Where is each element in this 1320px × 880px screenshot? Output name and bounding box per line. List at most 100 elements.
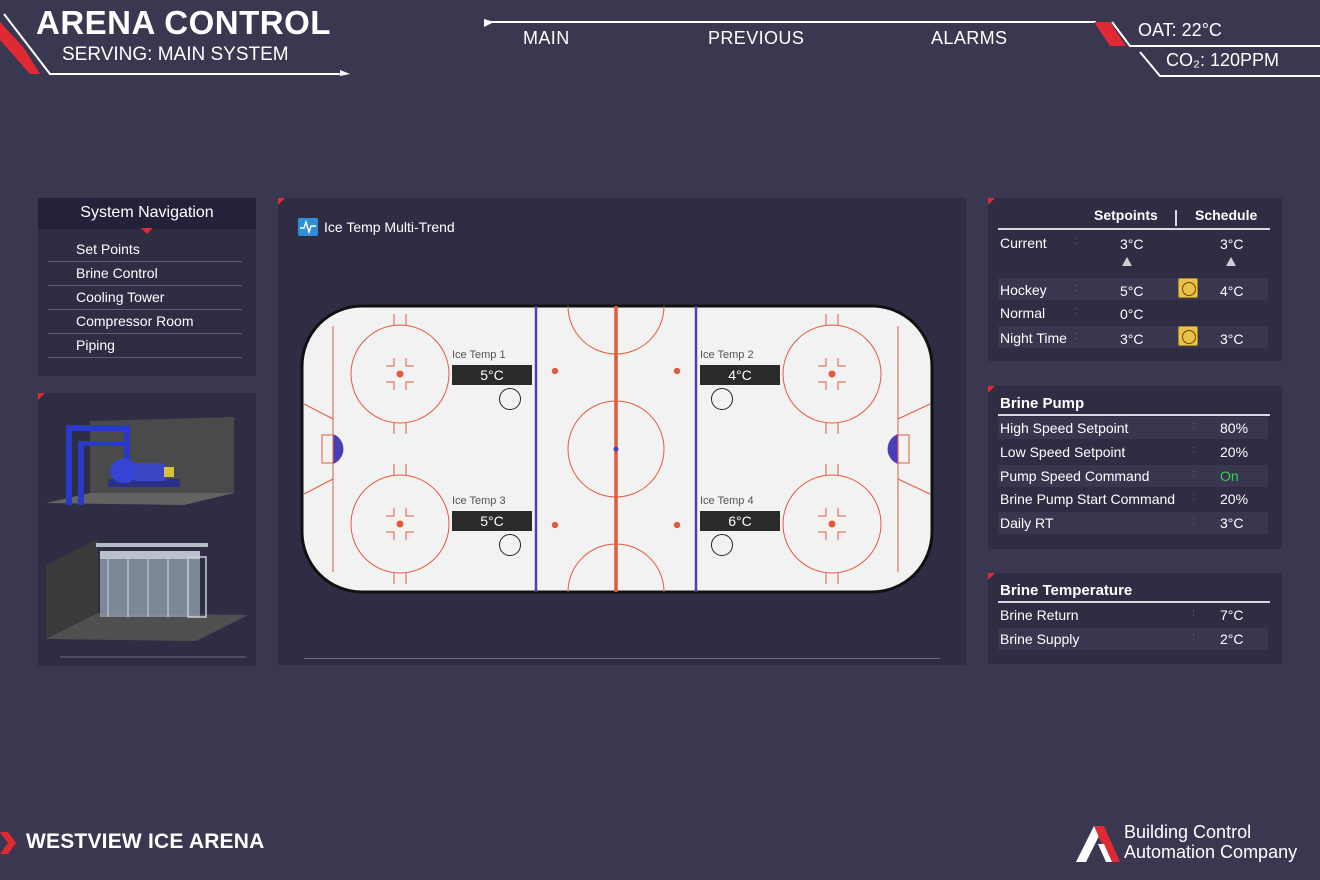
company-name-line-1: Building Control (1124, 822, 1252, 842)
setpoint-value: 3°C (1120, 236, 1144, 252)
setpoint-value: 5°C (1120, 283, 1144, 299)
setpoint-increase-arrow-icon[interactable] (1122, 257, 1132, 266)
schedule-value: 3°C (1220, 236, 1244, 252)
ice-temp-1-sensor-button[interactable] (499, 388, 521, 410)
neutral-dot (551, 521, 559, 529)
brine-temperature-panel: Brine Temperature Brine Return : 7°C Bri… (988, 573, 1282, 664)
row-value: 20% (1220, 444, 1249, 460)
brine-pump-row-speed-command[interactable]: Pump Speed Command : On (998, 465, 1268, 487)
system-navigation-panel: System Navigation Set Points Brine Contr… (38, 198, 256, 376)
separator: : (1192, 491, 1196, 503)
ice-temp-2-label: Ice Temp 2 (700, 349, 754, 361)
ice-temp-multi-trend-link[interactable]: Ice Temp Multi-Trend (298, 218, 455, 236)
brine-pump-title: Brine Pump (1000, 395, 1085, 412)
separator: : (1192, 468, 1196, 480)
panel-corner-accent (38, 393, 45, 400)
setpoint-row-normal[interactable]: Normal : 0°C (998, 301, 1268, 323)
panel-corner-accent (988, 386, 995, 393)
rink-panel: Ice Temp Multi-Trend Ice Temp 1 5°C Ice … (278, 198, 966, 665)
row-label: Pump Speed Command (1000, 468, 1150, 484)
separator: : (1192, 444, 1196, 456)
setpoint-row-current: Current : 3°C 3°C (998, 231, 1268, 253)
row-value: 80% (1220, 420, 1249, 436)
sysnav-item-brine-control[interactable]: Brine Control (48, 262, 242, 286)
brine-temperature-title-underline (998, 601, 1270, 603)
schedule-value: 3°C (1220, 331, 1244, 347)
cooling-tower-graphic[interactable] (46, 539, 248, 641)
brine-supply-row: Brine Supply : 2°C (998, 628, 1268, 650)
brine-pump-row-start-command[interactable]: Brine Pump Start Command : 20% (998, 488, 1268, 510)
setpoint-row-hockey[interactable]: Hockey : 5°C 4°C (998, 278, 1268, 300)
row-label: High Speed Setpoint (1000, 420, 1129, 436)
ice-temp-2-sensor-button[interactable] (711, 388, 733, 410)
trend-chart-icon (298, 218, 318, 236)
brine-pump-row-low-speed[interactable]: Low Speed Setpoint : 20% (998, 441, 1268, 463)
header-title-tip (340, 70, 350, 76)
schedule-clock-icon[interactable] (1178, 326, 1198, 346)
sysnav-item-set-points[interactable]: Set Points (48, 238, 242, 262)
ice-temp-3-value: 5°C (452, 511, 532, 531)
nav-alarms[interactable]: ALARMS (931, 28, 1007, 49)
separator: : (1074, 235, 1078, 247)
schedule-clock-icon[interactable] (1178, 278, 1198, 298)
ice-temp-3-sensor-button[interactable] (499, 534, 521, 556)
separator: : (1074, 282, 1078, 294)
row-value: 20% (1220, 491, 1249, 507)
setpoints-panel: Setpoints Schedule Current : 3°C 3°C Hoc… (988, 198, 1282, 361)
sysnav-item-piping[interactable]: Piping (48, 334, 242, 358)
brine-pump-panel: Brine Pump High Speed Setpoint : 80% Low… (988, 386, 1282, 549)
brine-temperature-title: Brine Temperature (1000, 582, 1133, 599)
setpoint-row-label: Current (1000, 235, 1047, 251)
brine-return-row: Brine Return : 7°C (998, 604, 1268, 626)
row-label: Brine Return (1000, 607, 1079, 623)
system-navigation-title: System Navigation (80, 204, 214, 221)
separator: : (1074, 330, 1078, 342)
ice-temp-3-label: Ice Temp 3 (452, 495, 506, 507)
ice-temp-4-sensor-button[interactable] (711, 534, 733, 556)
co2-reading: CO₂: 120PPM (1166, 50, 1280, 70)
neutral-dot (551, 367, 559, 375)
setpoint-row-night-time[interactable]: Night Time : 3°C 3°C (998, 326, 1268, 348)
brine-pump-graphic[interactable] (46, 417, 234, 505)
separator: : (1192, 515, 1196, 527)
row-label: Brine Pump Start Command (1000, 491, 1176, 507)
sysnav-item-cooling-tower[interactable]: Cooling Tower (48, 286, 242, 310)
brine-pump-row-daily-rt: Daily RT : 3°C (998, 512, 1268, 534)
panel-corner-accent (988, 573, 995, 580)
separator: : (1192, 631, 1196, 643)
app-title: ARENA CONTROL (36, 4, 331, 41)
schedule-increase-arrow-icon[interactable] (1226, 257, 1236, 266)
company-name-line-2: Automation Company (1124, 842, 1298, 862)
company-logo-icon (1076, 826, 1120, 862)
ice-temp-1-value: 5°C (452, 365, 532, 385)
neutral-dot (673, 521, 681, 529)
chevron-down-icon (141, 228, 153, 234)
serving-subtitle: SERVING: MAIN SYSTEM (62, 44, 289, 65)
setpoint-row-label: Hockey (1000, 282, 1047, 298)
row-label: Daily RT (1000, 515, 1054, 531)
row-value: 3°C (1220, 515, 1244, 531)
nav-previous[interactable]: PREVIOUS (708, 28, 804, 49)
schedule-value: 4°C (1220, 283, 1244, 299)
header-red-slash (0, 22, 40, 74)
row-label: Brine Supply (1000, 631, 1080, 647)
ice-temp-1-label: Ice Temp 1 (452, 349, 506, 361)
system-navigation-header: System Navigation (38, 198, 256, 229)
ice-temp-2-value: 4°C (700, 365, 780, 385)
nav-main[interactable]: MAIN (523, 28, 570, 49)
ice-rink (300, 304, 934, 594)
equipment-graphics (46, 417, 248, 658)
arena-name: WESTVIEW ICE ARENA (26, 830, 265, 853)
arena-chevron-icon (0, 832, 16, 854)
sysnav-item-compressor-room[interactable]: Compressor Room (48, 310, 242, 334)
brine-pump-row-high-speed[interactable]: High Speed Setpoint : 80% (998, 417, 1268, 439)
setpoint-value: 3°C (1120, 331, 1144, 347)
setpoint-row-label: Normal (1000, 305, 1046, 321)
separator: : (1074, 305, 1078, 317)
ice-temp-4-label: Ice Temp 4 (700, 495, 754, 507)
status-value: On (1220, 468, 1239, 484)
rink-panel-divider (304, 658, 940, 659)
setpoint-row-label: Night Time (1000, 330, 1067, 346)
row-value: 2°C (1220, 631, 1244, 647)
header-divider (1175, 210, 1177, 226)
